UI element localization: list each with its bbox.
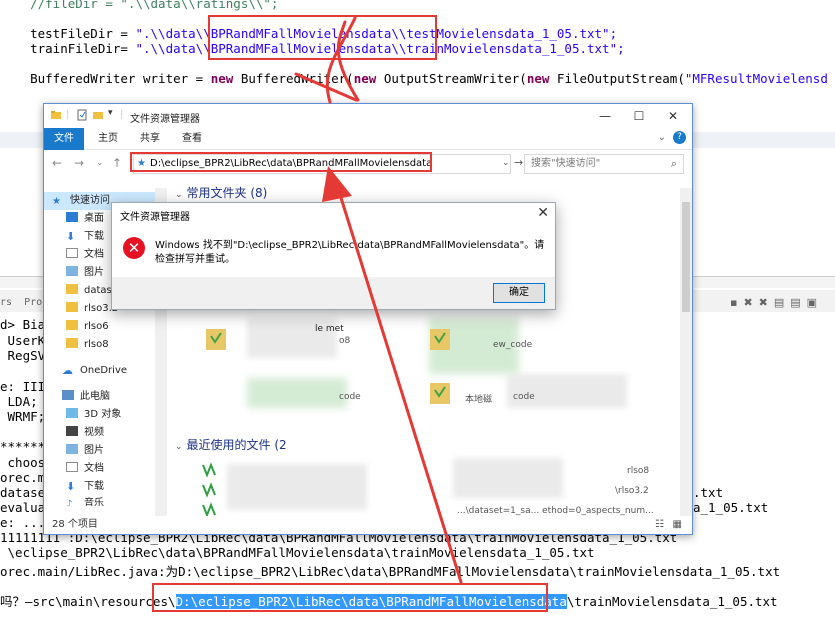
annotation-arrows: [294, 16, 463, 584]
annotation-arrowhead: [322, 166, 352, 202]
annotation-arrow-shaft: [335, 183, 463, 584]
